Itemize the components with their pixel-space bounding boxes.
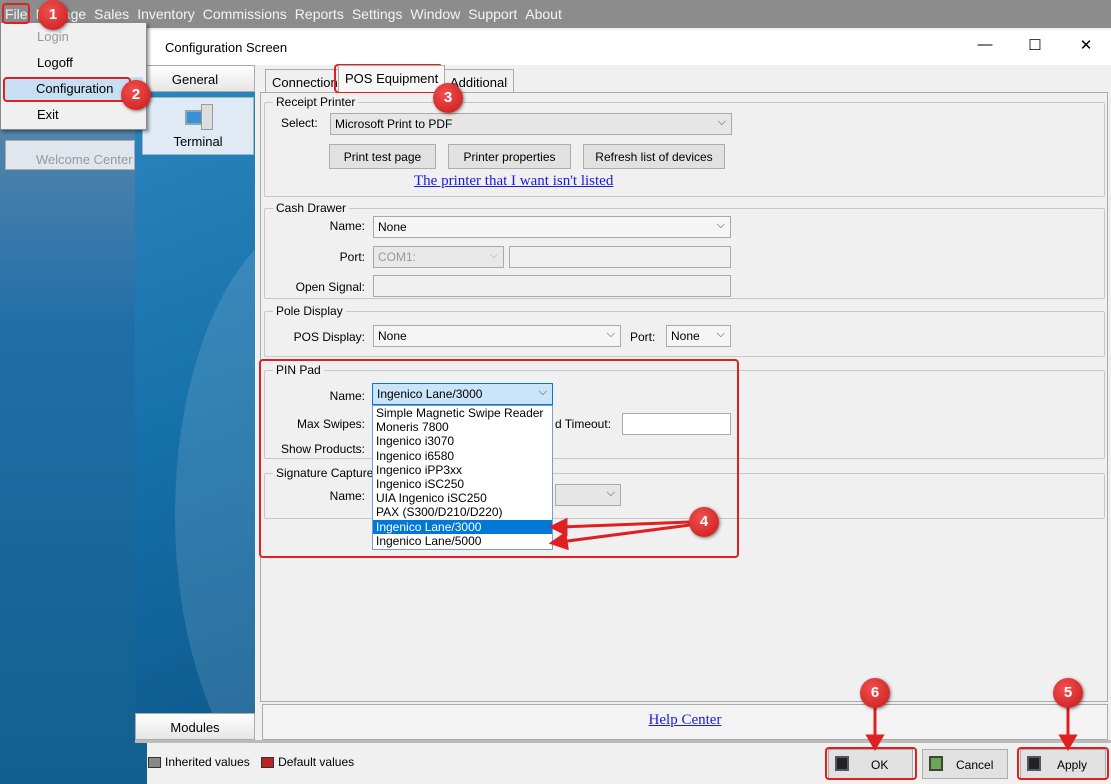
pin-pad-option[interactable]: PAX (S300/D210/D220) [373,505,552,519]
cancel-label: Cancel [956,758,994,772]
select-label: Select: [281,116,318,130]
tab-connection[interactable]: Connection [265,69,345,92]
printer-not-listed-link[interactable]: The printer that I want isn't listed [414,173,613,190]
annotation-highlight-apply [1017,747,1109,780]
nav-modules-button[interactable]: Modules [135,713,255,740]
menu-commissions[interactable]: Commissions [203,6,287,22]
menu-inventory[interactable]: Inventory [137,6,195,22]
close-button[interactable]: ✕ [1071,36,1101,54]
welcome-center-tab[interactable]: Welcome Center [5,140,135,170]
pin-pad-option[interactable]: Simple Magnetic Swipe Reader [373,406,552,420]
chevron-down-icon: ⌵ [606,328,615,340]
print-test-page-button[interactable]: Print test page [329,144,436,169]
annotation-highlight-configuration [3,77,131,102]
port-text-field[interactable] [509,246,731,268]
tab-pos-equipment[interactable]: POS Equipment [338,65,446,92]
port-select[interactable]: COM1: ⌵ [373,246,504,268]
annotation-badge-3: 3 [433,83,463,113]
pos-display-value: None [378,329,407,343]
open-signal-label: Open Signal: [295,280,365,294]
config-nav-panel: General Terminal Modules [135,65,255,740]
legend: Inherited values Default values [148,755,354,769]
pin-pad-select[interactable]: Ingenico Lane/3000 ⌵ [372,383,553,405]
maximize-button[interactable]: ☐ [1020,36,1050,54]
menu-reports[interactable]: Reports [295,6,344,22]
printer-properties-button[interactable]: Printer properties [448,144,571,169]
cancel-button[interactable]: Cancel [922,749,1008,779]
divider [135,740,1111,743]
default-label: Default values [278,755,355,769]
menu-bar: File Manage Sales Inventory Commissions … [0,0,1111,28]
help-center-link[interactable]: Help Center [649,712,722,728]
annotation-badge-2: 2 [121,80,151,110]
menu-item-exit[interactable]: Exit [37,107,59,122]
pin-pad-dropdown-list: Simple Magnetic Swipe Reader Moneris 780… [372,405,553,550]
port-label: Port: [339,250,365,264]
menu-item-login[interactable]: Login [37,29,69,44]
default-swatch-icon [261,757,275,769]
pole-display-title: Pole Display [273,304,346,318]
pos-display-select[interactable]: None ⌵ [373,325,621,347]
pin-pad-select-value: Ingenico Lane/3000 [377,387,483,401]
receipt-printer-title: Receipt Printer [273,95,359,109]
terminal-icon [183,104,213,132]
pin-pad-option[interactable]: UIA Ingenico iSC250 [373,491,552,505]
menu-window[interactable]: Window [410,6,460,22]
chevron-down-icon: ⌵ [716,219,725,231]
pole-port-value: None [671,329,700,343]
open-signal-field[interactable] [373,275,731,297]
annotation-badge-5: 5 [1053,678,1083,708]
pole-port-label: Port: [630,330,656,344]
menu-sales[interactable]: Sales [94,6,129,22]
pin-pad-option-selected[interactable]: Ingenico Lane/3000 [373,519,552,534]
cash-drawer-select[interactable]: None ⌵ [373,216,731,238]
title-bar: Configuration Screen — ☐ ✕ [147,30,1111,65]
menu-support[interactable]: Support [468,6,517,22]
annotation-badge-6: 6 [860,678,890,708]
refresh-devices-button[interactable]: Refresh list of devices [583,144,725,169]
exit-door-icon [929,756,943,771]
window-title: Configuration Screen [165,40,288,55]
pin-pad-option[interactable]: Moneris 7800 [373,420,552,434]
file-menu-dropdown: Login Logoff Configuration Exit [0,22,147,130]
cash-drawer-name-label: Name: [329,219,365,233]
pin-pad-option[interactable]: Ingenico iPP3xx [373,463,552,477]
pin-pad-option[interactable]: Ingenico i3070 [373,434,552,448]
pole-display-group: Pole Display POS Display: None ⌵ Port: No… [264,304,1105,357]
menu-item-logoff[interactable]: Logoff [37,55,73,70]
cash-drawer-group: Cash Drawer Name: None ⌵ Port: COM1: ⌵ Ope… [264,201,1105,299]
help-center-bar: Help Center [262,704,1108,740]
chevron-down-icon: ⌵ [716,328,725,340]
printer-select[interactable]: Microsoft Print to PDF ⌵ [330,113,732,135]
cash-drawer-title: Cash Drawer [273,201,350,215]
terminal-label: Terminal [173,134,223,149]
printer-select-value: Microsoft Print to PDF [335,117,453,131]
minimize-button[interactable]: — [970,36,1000,53]
nav-terminal-item[interactable]: Terminal [142,97,254,155]
inherited-swatch-icon [148,757,161,769]
annotation-highlight-ok [825,747,917,780]
menu-settings[interactable]: Settings [352,6,403,22]
chevron-down-icon: ⌵ [717,116,726,128]
cash-drawer-value: None [378,220,407,234]
chevron-down-icon: ⌵ [538,386,547,398]
pos-display-label: POS Display: [293,330,365,344]
annotation-badge-1: 1 [38,0,68,30]
annotation-highlight-file [2,3,30,24]
pin-pad-option[interactable]: Ingenico Lane/5000 [373,534,552,548]
chevron-down-icon: ⌵ [489,249,498,261]
annotation-badge-4: 4 [689,507,719,537]
nav-general-button[interactable]: General [135,65,255,92]
pole-port-select[interactable]: None ⌵ [666,325,731,347]
inherited-label: Inherited values [165,755,250,769]
receipt-printer-group: Receipt Printer Select: Microsoft Print … [264,95,1105,197]
menu-about[interactable]: About [525,6,562,22]
pin-pad-option[interactable]: Ingenico i6580 [373,449,552,463]
pin-pad-option[interactable]: Ingenico iSC250 [373,477,552,491]
port-value: COM1: [378,250,417,264]
